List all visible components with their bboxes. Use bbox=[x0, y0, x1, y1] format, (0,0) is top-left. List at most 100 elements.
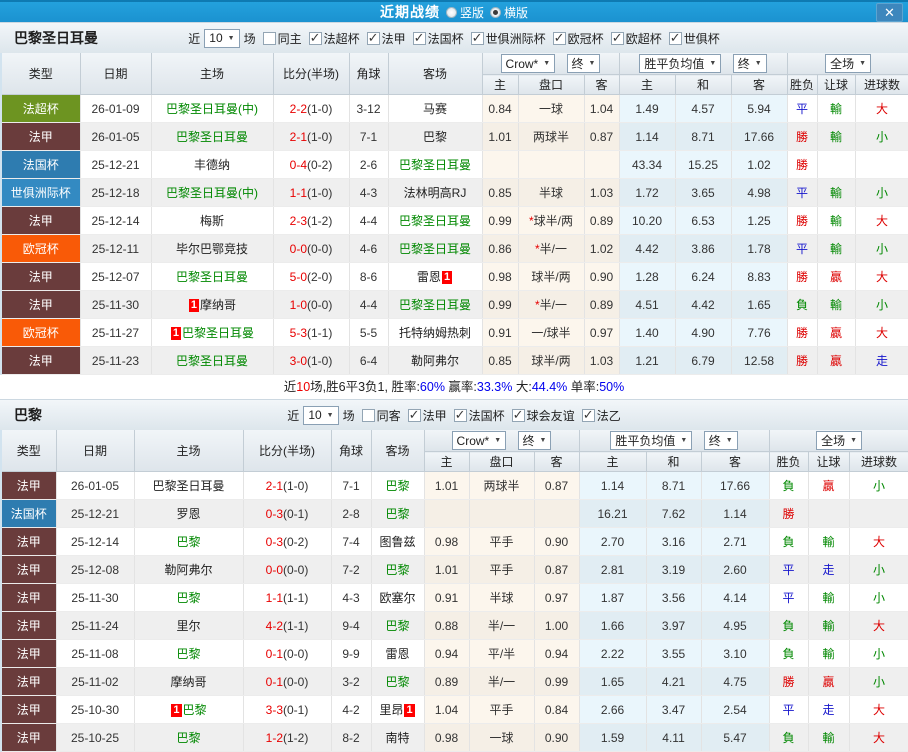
away-team: 巴黎圣日耳曼 bbox=[398, 298, 471, 312]
layout-option-vertical[interactable]: 竖版 bbox=[445, 4, 484, 21]
checkbox-icon[interactable] bbox=[470, 30, 484, 46]
league-checkbox-法超杯[interactable]: 法超杯 bbox=[308, 30, 360, 47]
corners: 7-4 bbox=[331, 527, 372, 556]
section-header-paris: 巴黎 近 10 ▼ 场 同客 法甲 法国杯 球会友谊 法乙 bbox=[0, 399, 908, 430]
match-row: 法超杯 26-01-09 巴黎圣日耳曼(中) 2-2(1-0) 3-12 马赛 0.84 一球… bbox=[1, 94, 908, 123]
col-type: 类型 bbox=[1, 53, 81, 95]
halftime-score: (0-0) bbox=[283, 674, 309, 689]
halftime-score: (0-0) bbox=[283, 646, 309, 661]
final-avg-select[interactable]: 终 ▼ bbox=[703, 431, 738, 450]
match-date: 25-12-08 bbox=[56, 555, 135, 584]
checkbox-icon[interactable] bbox=[610, 30, 624, 46]
avg-select[interactable]: 胜平负均值 ▼ bbox=[610, 431, 693, 450]
league-type-badge: 法甲 bbox=[1, 611, 57, 640]
radio-icon[interactable] bbox=[445, 6, 457, 18]
crow-select[interactable]: Crow* ▼ bbox=[500, 54, 556, 74]
crow-select[interactable]: Crow* ▼ bbox=[451, 431, 507, 451]
same-venue-checkbox[interactable]: 同客 bbox=[361, 407, 401, 424]
league-checkbox-欧超杯[interactable]: 欧超杯 bbox=[610, 30, 662, 47]
match-row: 法甲 26-01-05 巴黎圣日耳曼 2-1(1-0) 7-1 巴黎 1.01 两球半 0.87… bbox=[1, 471, 908, 500]
checkbox-icon[interactable] bbox=[581, 407, 595, 423]
away-team: 巴黎 bbox=[385, 479, 410, 493]
home-team-cell: 摩纳哥 bbox=[134, 667, 244, 696]
match-score: 5-0(2-0) bbox=[273, 262, 350, 291]
match-score: 5-3(1-1) bbox=[273, 318, 350, 347]
league-checkbox-法国杯[interactable]: 法国杯 bbox=[412, 30, 464, 47]
avg-away: 17.66 bbox=[731, 122, 788, 151]
result-outcome: 負 bbox=[769, 723, 809, 752]
fullmatch-select[interactable]: 全场 ▼ bbox=[825, 54, 872, 73]
final-odds-select[interactable]: 终 ▼ bbox=[517, 430, 552, 450]
fullmatch-select[interactable]: 全场 ▼ bbox=[816, 431, 863, 450]
match-date: 26-01-05 bbox=[56, 471, 135, 500]
fulltime-score: 0-0 bbox=[265, 562, 283, 577]
home-team-cell: 毕尔巴鄂竞技 bbox=[151, 234, 274, 263]
avg-select[interactable]: 胜平负均值 ▼ bbox=[639, 54, 722, 73]
checkbox-icon[interactable] bbox=[366, 30, 380, 46]
odds-home: 0.88 bbox=[424, 611, 470, 640]
away-team-cell: 马赛 bbox=[388, 94, 483, 123]
checkbox-icon[interactable] bbox=[453, 407, 467, 423]
league-checkbox-法国杯[interactable]: 法国杯 bbox=[453, 407, 505, 424]
filter-label: 同客 bbox=[376, 408, 401, 423]
checkbox-icon[interactable] bbox=[552, 30, 566, 46]
match-row: 欧冠杯 25-11-27 1 巴黎圣日耳曼 5-3(1-1) 5-5 托特纳姆热刺 0.91 一… bbox=[1, 318, 908, 347]
checkbox-icon[interactable] bbox=[262, 31, 276, 45]
odds-handicap: 半球 bbox=[518, 178, 585, 207]
league-checkbox-欧冠杯[interactable]: 欧冠杯 bbox=[552, 30, 604, 47]
match-count-select[interactable]: 10 ▼ bbox=[204, 28, 240, 48]
league-checkbox-世俱杯[interactable]: 世俱杯 bbox=[668, 30, 720, 47]
final-odds-select[interactable]: 终 ▼ bbox=[566, 53, 601, 73]
avg-away: 2.71 bbox=[701, 527, 770, 556]
radio-checked-icon[interactable] bbox=[490, 6, 501, 18]
away-team: 巴黎圣日耳曼 bbox=[398, 158, 471, 172]
checkbox-icon[interactable] bbox=[412, 30, 426, 46]
final-avg-select[interactable]: 终 ▼ bbox=[732, 54, 767, 73]
league-type-badge: 世俱洲际杯 bbox=[1, 178, 81, 207]
league-checkbox-世俱洲际杯[interactable]: 世俱洲际杯 bbox=[470, 30, 546, 47]
away-team-cell: 勒阿弗尔 bbox=[388, 346, 483, 375]
home-team-cell: 梅斯 bbox=[151, 206, 274, 235]
halftime-score: (0-1) bbox=[283, 702, 309, 717]
col-corners: 角球 bbox=[349, 53, 389, 95]
filter-label: 球会友谊 bbox=[526, 408, 575, 423]
halftime-score: (0-1) bbox=[283, 506, 309, 521]
away-team: 图鲁兹 bbox=[379, 535, 416, 549]
checkbox-icon[interactable] bbox=[361, 408, 375, 422]
result-outcome: 平 bbox=[787, 94, 818, 123]
fullmatch-group-header: 全场 ▼ bbox=[769, 430, 908, 452]
home-team: 巴黎圣日耳曼 bbox=[175, 130, 248, 144]
odds-home: 0.98 bbox=[424, 723, 470, 752]
chevron-down-icon: ▼ bbox=[588, 59, 596, 67]
same-venue-checkbox[interactable]: 同主 bbox=[262, 30, 302, 47]
odds-away: 0.97 bbox=[534, 583, 580, 612]
close-button[interactable]: ✕ bbox=[876, 3, 903, 22]
checkbox-icon[interactable] bbox=[407, 407, 421, 423]
match-row: 欧冠杯 25-12-11 毕尔巴鄂竞技 0-0(0-0) 4-6 巴黎圣日耳曼 0.86 *半… bbox=[1, 234, 908, 263]
home-team-cell: 巴黎圣日耳曼 bbox=[151, 122, 274, 151]
avg-draw: 3.55 bbox=[646, 639, 702, 668]
checkbox-icon[interactable] bbox=[511, 407, 525, 423]
match-score: 3-0(1-0) bbox=[273, 346, 350, 375]
layout-option-label: 竖版 bbox=[459, 5, 484, 20]
result-goals: 小 bbox=[855, 234, 908, 263]
league-checkbox-法甲[interactable]: 法甲 bbox=[366, 30, 406, 47]
match-count-select[interactable]: 10 ▼ bbox=[303, 405, 339, 425]
match-score: 0-3(0-2) bbox=[243, 527, 332, 556]
layout-option-horizontal[interactable]: 横版 bbox=[490, 4, 528, 21]
result-outcome: 負 bbox=[769, 471, 809, 500]
fulltime-score: 2-2 bbox=[289, 101, 307, 116]
away-team: 勒阿弗尔 bbox=[410, 354, 459, 368]
avg-home: 1.87 bbox=[579, 583, 647, 612]
league-checkbox-法甲[interactable]: 法甲 bbox=[407, 407, 447, 424]
checkbox-icon[interactable] bbox=[668, 30, 682, 46]
col-odds-handicap: 盘口 bbox=[469, 451, 535, 472]
match-row: 世俱洲际杯 25-12-18 巴黎圣日耳曼(中) 1-1(1-0) 4-3 法林明高RJ 0… bbox=[1, 178, 908, 207]
odds-handicap: 平手 bbox=[469, 555, 535, 584]
result-outcome: 勝 bbox=[769, 499, 809, 528]
odds-away: 1.00 bbox=[534, 611, 580, 640]
league-checkbox-球会友谊[interactable]: 球会友谊 bbox=[511, 407, 575, 424]
checkbox-icon[interactable] bbox=[308, 30, 322, 46]
league-checkbox-法乙[interactable]: 法乙 bbox=[581, 407, 621, 424]
result-outcome: 平 bbox=[769, 583, 809, 612]
